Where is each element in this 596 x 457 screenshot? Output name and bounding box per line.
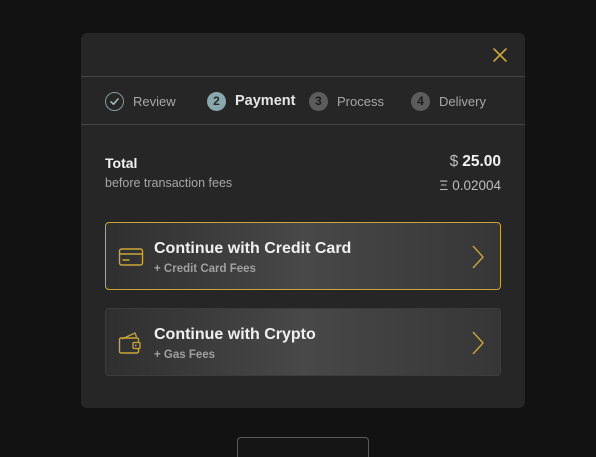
- total-summary: Total before transaction fees: [105, 155, 232, 190]
- chevron-right-icon: [472, 245, 484, 269]
- step-delivery[interactable]: 4 Delivery: [411, 91, 486, 111]
- total-amounts: $25.00 Ξ 0.02004: [439, 153, 501, 193]
- usd-symbol: $: [449, 153, 459, 170]
- step-payment-label: Payment: [235, 93, 296, 109]
- credit-card-icon: [118, 248, 144, 266]
- eth-amount-row: Ξ 0.02004: [439, 178, 501, 193]
- eth-symbol: Ξ: [439, 178, 449, 193]
- step-process[interactable]: 3 Process: [309, 91, 384, 111]
- step-review-badge: [105, 91, 124, 111]
- step-review-label: Review: [133, 93, 176, 109]
- step-delivery-badge: 4: [411, 91, 430, 111]
- credit-card-option-title: Continue with Credit Card: [154, 240, 352, 257]
- credit-card-option[interactable]: Continue with Credit Card + Credit Card …: [105, 222, 501, 290]
- eth-amount: 0.02004: [452, 178, 501, 193]
- check-icon: [110, 97, 119, 105]
- step-payment[interactable]: 2 Payment: [207, 91, 295, 111]
- checkout-steps: Review 2 Payment 3 Process 4 Delivery: [81, 77, 525, 125]
- crypto-option-subtitle: + Gas Fees: [154, 349, 216, 361]
- bottom-button[interactable]: [237, 437, 369, 457]
- usd-amount: 25.00: [462, 153, 501, 170]
- modal-header: [81, 33, 525, 77]
- step-process-badge: 3: [309, 91, 328, 111]
- step-review[interactable]: Review: [105, 91, 176, 111]
- crypto-option[interactable]: Continue with Crypto + Gas Fees: [105, 308, 501, 376]
- credit-card-option-subtitle: + Credit Card Fees: [154, 263, 256, 275]
- crypto-option-title: Continue with Crypto: [154, 326, 316, 343]
- close-button[interactable]: [491, 46, 509, 64]
- step-process-label: Process: [337, 93, 384, 109]
- payment-modal: Review 2 Payment 3 Process 4 Delivery To…: [81, 33, 525, 408]
- total-title: Total: [105, 155, 138, 171]
- close-icon: [493, 48, 507, 62]
- total-subtitle: before transaction fees: [105, 176, 233, 190]
- chevron-right-icon: [472, 331, 484, 355]
- usd-amount-row: $25.00: [439, 153, 501, 171]
- step-payment-badge: 2: [207, 91, 226, 111]
- step-delivery-label: Delivery: [439, 93, 486, 109]
- wallet-icon: [118, 332, 141, 354]
